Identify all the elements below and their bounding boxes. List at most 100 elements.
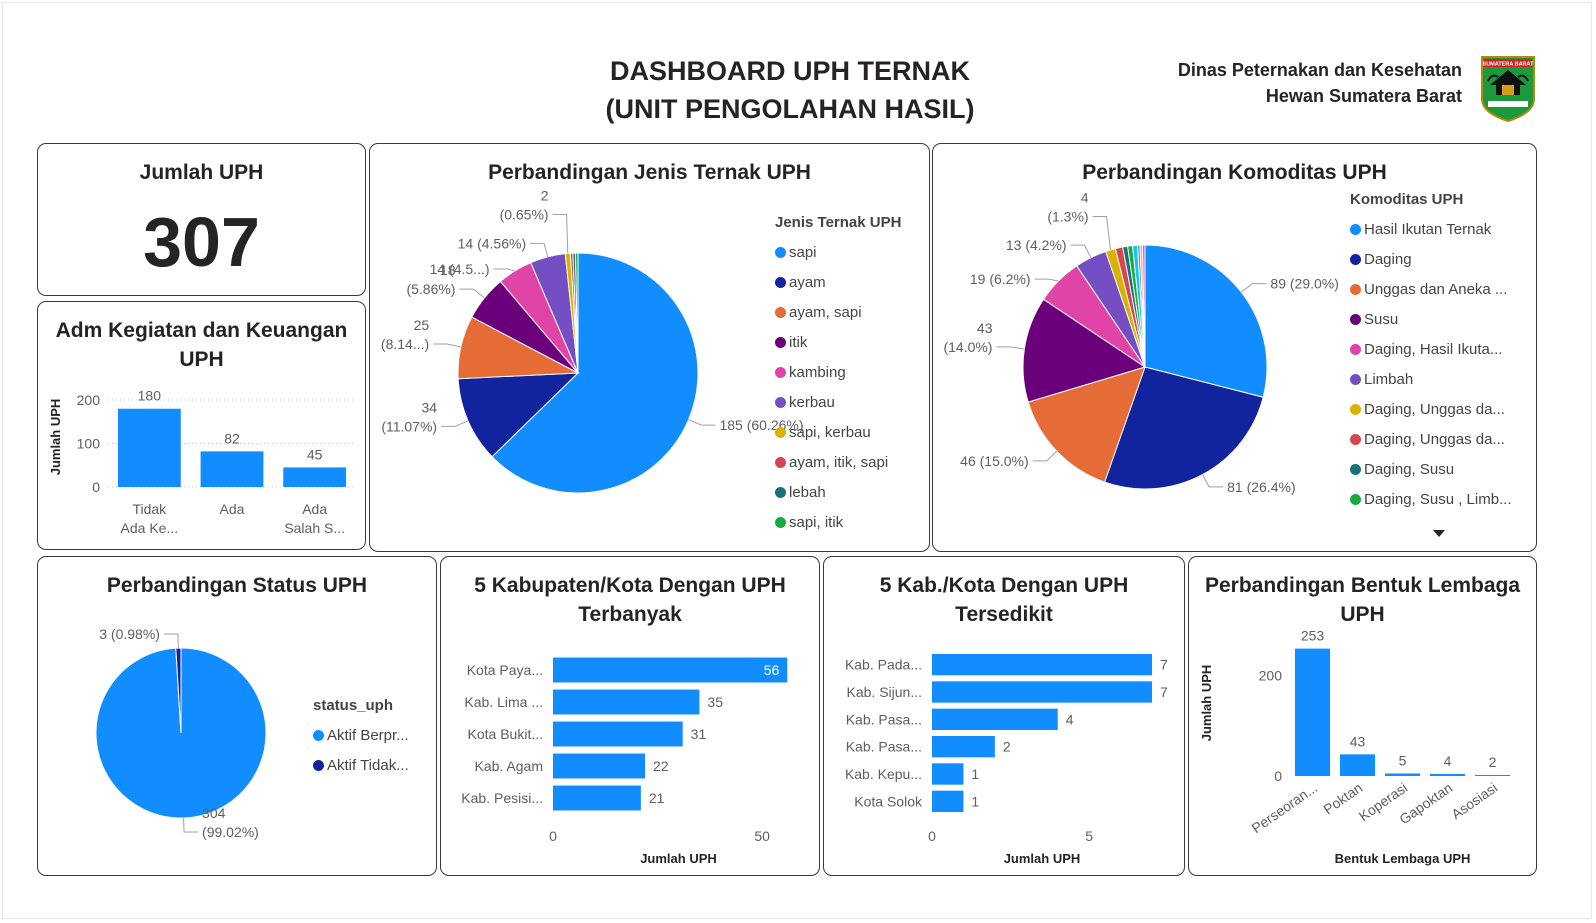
dashboard-title-line1: DASHBOARD UPH TERNAK (609, 56, 970, 86)
category-label: Kab. Agam (475, 758, 544, 774)
legend-item[interactable]: kerbau (775, 387, 901, 417)
category-label: Ada (220, 501, 245, 517)
legend-item[interactable]: kambing (775, 357, 901, 387)
legend-item[interactable]: Aktif Tidak... (313, 750, 409, 780)
legend-label: kerbau (789, 393, 835, 411)
card-status: Perbandingan Status UPH 304 (99.02%) 3 (0.… (37, 556, 437, 876)
bar (932, 681, 1152, 703)
data-label: 4 (1066, 711, 1074, 727)
data-label: 45 (307, 446, 323, 462)
agency-name-line1: Dinas Peternakan dan Kesehatan (1177, 60, 1462, 80)
legend-label: ayam, itik, sapi (789, 453, 889, 471)
bar (553, 785, 641, 811)
legend-item[interactable]: itik (775, 327, 901, 357)
x-tick-label: 0 (928, 828, 936, 844)
legend-item[interactable]: sapi (775, 237, 901, 267)
bar (117, 408, 181, 487)
bar (553, 721, 683, 747)
legend-item[interactable]: sapi, kerbau (775, 417, 901, 447)
leader-line (493, 268, 516, 272)
data-label: 1 (971, 766, 979, 782)
x-tick-label: 0 (549, 828, 557, 844)
legend-label: itik (789, 333, 808, 351)
card-top5: 5 Kabupaten/Kota Dengan UPH Terbanyak Ko… (440, 556, 820, 876)
legend-scroll-down-arrow[interactable] (933, 144, 1537, 552)
kpi-title: Jumlah UPH (139, 161, 264, 184)
category-label: Ada Ke... (121, 520, 179, 536)
agency-name-line2: Hewan Sumatera Barat (1265, 86, 1462, 106)
chart-bottom5: Kab. Pada... 7 Kab. Sijun... 7 Kab. Pasa... 4… (845, 654, 1168, 866)
leader-line (441, 420, 469, 427)
y-tick-label: 200 (1259, 667, 1283, 683)
category-label: Kab. Pasa... (846, 711, 922, 727)
dashboard-title-line2: (UNIT PENGOLAHAN HASIL) (605, 94, 975, 124)
x-tick-label: 5 (1085, 828, 1093, 844)
data-label: 43 (1350, 733, 1366, 749)
data-label: 31 (691, 726, 707, 742)
y-tick-label: 0 (92, 479, 100, 495)
dashboard-title: DASHBOARD UPH TERNAK (UNIT PENGOLAHAN HA… (520, 52, 1060, 128)
category-label: Kab. Pesisi... (461, 790, 543, 806)
legend-label: ayam (789, 273, 826, 291)
legend-item[interactable]: ayam (775, 267, 901, 297)
agency-name: Dinas Peternakan dan Kesehatan Hewan Sum… (1090, 57, 1462, 109)
chart-top5: Kota Paya... 56 Kab. Lima ... 35 Kota Bukit.… (461, 657, 788, 866)
bar (1429, 773, 1466, 776)
data-label: 180 (138, 388, 162, 404)
province-logo: SUMATERA BARAT (1480, 55, 1536, 123)
bar (200, 451, 264, 487)
legend-label: sapi, kerbau (789, 423, 871, 441)
legend-marker-icon (313, 759, 324, 771)
data-label: 1 (971, 793, 979, 809)
legend-item[interactable]: Aktif Berpr... (313, 720, 409, 750)
data-label: (8.14...) (381, 336, 429, 352)
category-label: Perseoran... (1249, 779, 1321, 836)
x-axis-title: Jumlah UPH (1004, 851, 1081, 866)
legend-item[interactable]: ayam, sapi (775, 297, 901, 327)
category-label: Salah S... (284, 520, 345, 536)
logo-text: SUMATERA BARAT (1483, 62, 1535, 68)
legend-title-status: status_uph (313, 697, 394, 714)
data-label: 7 (1160, 657, 1168, 673)
category-label: Kab. Pada... (845, 657, 922, 673)
card-adm-kegiatan: Adm Kegiatan dan Keuangan UPH 0 100 200 180… (37, 301, 366, 550)
leader-line (688, 419, 716, 426)
data-label: 34 (422, 399, 438, 415)
x-axis-title: Bentuk Lembaga UPH (1335, 851, 1471, 866)
data-label: 304 (202, 805, 226, 821)
data-label: 2 (1003, 739, 1011, 755)
bar (553, 657, 788, 683)
chart-adm: 0 100 200 180 Tidak Ada Ke... 82 Ada 45 Ada Salah … (48, 388, 356, 536)
data-label: (99.02%) (202, 824, 259, 840)
category-label: Kab. Pasa... (846, 739, 922, 755)
bar (1474, 774, 1511, 776)
legend-item[interactable]: sapi, itik (775, 507, 901, 537)
data-label: 5 (1399, 752, 1407, 768)
y-axis-title: Jumlah UPH (1199, 665, 1214, 742)
legend-item[interactable]: lebah (775, 477, 901, 507)
leader-line (433, 343, 461, 348)
bar (1339, 754, 1376, 776)
data-label: 22 (653, 758, 669, 774)
leader-line (459, 288, 485, 299)
bar (932, 654, 1152, 676)
data-label: 14 (4.5...) (430, 261, 490, 277)
y-tick-label: 200 (77, 392, 101, 408)
data-label: 3 (0.98%) (99, 626, 160, 642)
chart-lembaga: 0200253Perseoran...43Poktan5Koperasi4Gap… (1199, 628, 1511, 866)
legend-marker-icon (775, 366, 786, 378)
category-label: Kota Paya... (467, 662, 543, 678)
leader-line (183, 817, 199, 833)
leader-line (163, 633, 179, 649)
y-axis-title: Jumlah UPH (48, 399, 63, 476)
bar (932, 736, 995, 758)
legend-marker-icon (775, 486, 786, 498)
data-label: 253 (1301, 628, 1325, 644)
data-label: (0.65%) (500, 206, 549, 222)
data-label: (11.07%) (381, 418, 437, 434)
card-komoditas: Perbandingan Komoditas UPH 89 (29.0%) 81 … (932, 143, 1537, 552)
data-label: 2 (541, 187, 549, 203)
legend-label: sapi, itik (789, 513, 844, 531)
legend-item[interactable]: ayam, itik, sapi (775, 447, 901, 477)
data-label: 4 (1444, 753, 1452, 769)
